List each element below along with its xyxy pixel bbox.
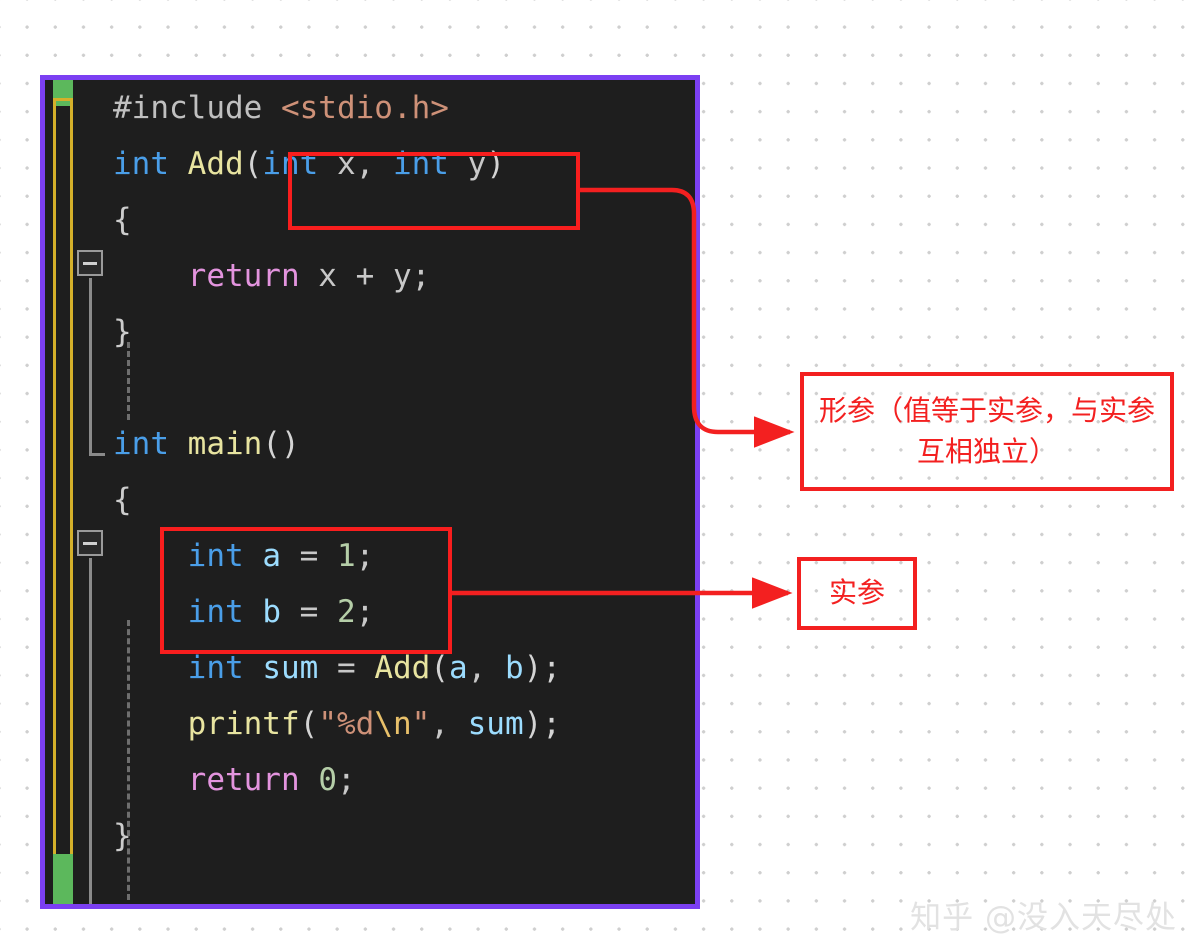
- line-main-close-brace[interactable]: }: [75, 808, 695, 864]
- indent-guide-add-body: [127, 342, 130, 420]
- code-token: a: [448, 650, 468, 686]
- code-token: sum: [467, 706, 524, 742]
- code-token: (: [430, 650, 449, 686]
- line-add-return[interactable]: return x + y;: [75, 248, 695, 304]
- line-blank[interactable]: [75, 360, 695, 416]
- line-main-signature[interactable]: int main(): [75, 416, 695, 472]
- line-main-open-brace[interactable]: {: [75, 472, 695, 528]
- code-token: main: [187, 426, 263, 462]
- code-token: (): [262, 426, 300, 462]
- code-token: ,: [430, 706, 468, 742]
- highlight-box-formal-parameters: [288, 152, 580, 230]
- fold-guide-line-main: [89, 558, 92, 904]
- code-token: ": [318, 706, 337, 742]
- code-token: #include: [113, 90, 281, 126]
- code-token: {: [113, 202, 132, 238]
- line-include[interactable]: #include <stdio.h>: [75, 80, 695, 136]
- watermark: 知乎 @没入天尽处: [910, 900, 1177, 936]
- fold-collapse-icon-add[interactable]: [77, 250, 103, 276]
- fold-guide-line-add: [89, 278, 92, 456]
- fold-collapse-icon-main[interactable]: [77, 530, 103, 556]
- line-printf[interactable]: printf("%d\n", sum);: [75, 696, 695, 752]
- code-token: {: [113, 482, 132, 518]
- code-token: =: [318, 650, 375, 686]
- code-token: b: [504, 650, 524, 686]
- code-token: (: [243, 146, 263, 182]
- line-main-return[interactable]: return 0;: [75, 752, 695, 808]
- code-token: );: [523, 650, 561, 686]
- code-token: sum: [262, 650, 319, 686]
- indent-guide-main-body: [127, 620, 130, 900]
- code-token: 0: [318, 762, 337, 798]
- code-token: return: [187, 762, 300, 798]
- code-token: int: [113, 146, 188, 182]
- line-add-close-brace[interactable]: }: [75, 304, 695, 360]
- gutter-change-marker-bottom: [53, 854, 73, 904]
- code-token: printf: [187, 706, 300, 742]
- gutter-modified-marker: [53, 98, 73, 858]
- code-token: ;: [336, 762, 356, 798]
- code-token: int: [187, 650, 263, 686]
- callout-formal-parameter: 形参（值等于实参，与实参互相独立）: [800, 372, 1174, 491]
- code-token: %d: [336, 706, 375, 742]
- code-token: Add: [187, 146, 244, 182]
- code-token: x + y;: [299, 258, 431, 294]
- code-token: Add: [374, 650, 431, 686]
- callout-actual-argument: 实参: [797, 557, 917, 630]
- code-token: ": [411, 706, 431, 742]
- code-token: );: [523, 706, 561, 742]
- highlight-box-actual-arguments: [160, 527, 452, 654]
- code-token: return: [187, 258, 300, 294]
- code-token: ,: [467, 650, 505, 686]
- code-token: (: [299, 706, 319, 742]
- fold-guide-foot-add: [89, 453, 105, 456]
- code-token: \n: [374, 706, 412, 742]
- code-token: <stdio.h>: [280, 90, 449, 126]
- code-token: int: [113, 426, 188, 462]
